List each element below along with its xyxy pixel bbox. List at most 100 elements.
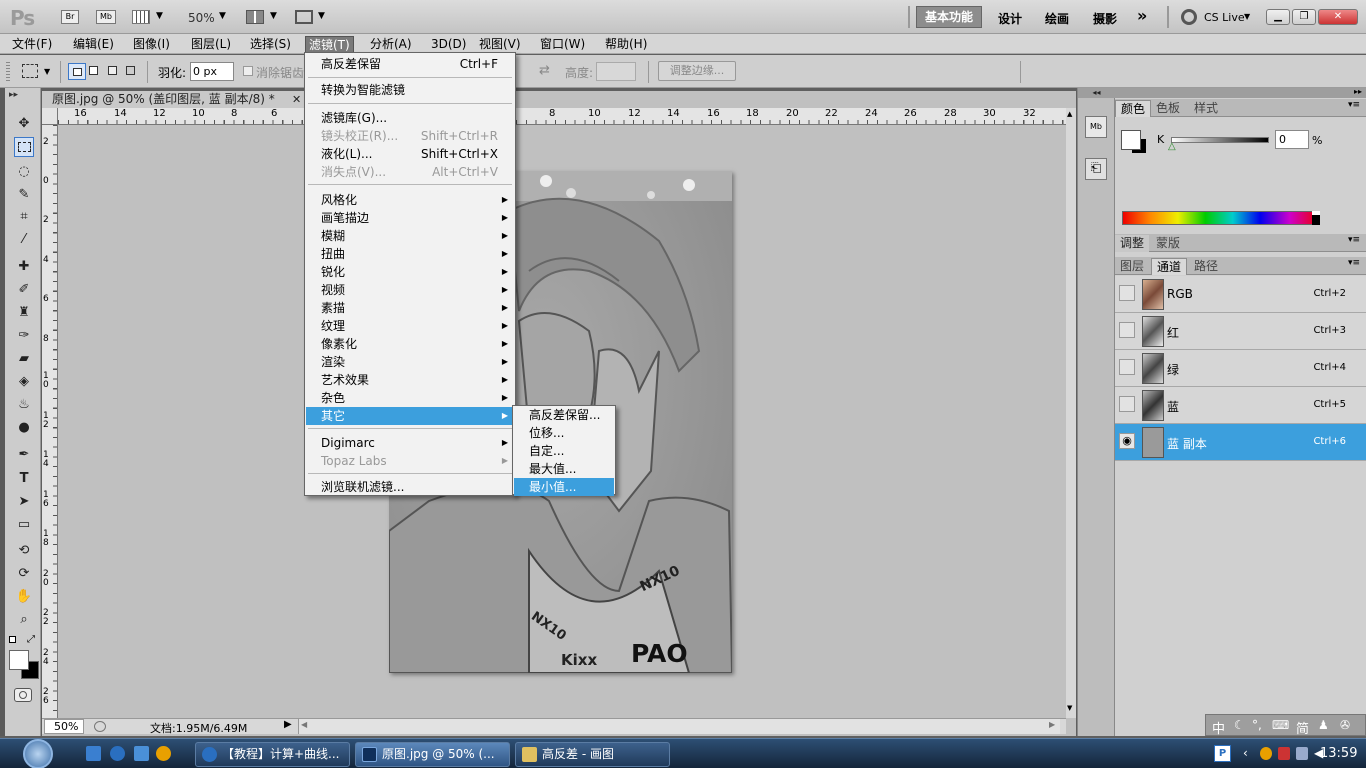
k-slider[interactable] (1171, 137, 1269, 143)
tab-adjustments[interactable]: 调整 (1115, 235, 1150, 252)
marquee-tool-icon[interactable] (22, 64, 38, 78)
height-input[interactable] (596, 62, 636, 81)
history-panel-icon[interactable]: ⎗ (1085, 158, 1107, 180)
visibility-toggle[interactable] (1119, 359, 1135, 375)
swap-icon[interactable]: ⇄ (539, 63, 550, 78)
quicklaunch-desktop-icon[interactable] (134, 746, 149, 761)
dodge-tool-icon[interactable]: ● (14, 417, 34, 437)
arrange-documents-icon[interactable] (246, 10, 264, 24)
taskbar-button-browser[interactable]: 【教程】计算+曲线... (195, 742, 350, 767)
submenu-item-high-pass[interactable]: 高反差保留... (514, 406, 614, 424)
document-info[interactable]: 文档:1.95M/6.49M (150, 720, 247, 736)
menu-item-sharpen[interactable]: 锐化 ▶ (306, 263, 514, 281)
ramp-black-swatch[interactable] (1312, 215, 1320, 225)
vertical-ruler[interactable]: 2 0 2 4 6 8 1 0 1 2 1 4 1 6 1 8 2 0 2 2 … (42, 125, 58, 718)
new-selection-icon[interactable] (68, 63, 86, 80)
restore-button[interactable]: ❐ (1292, 9, 1316, 25)
chevron-down-icon[interactable]: ▼ (318, 11, 325, 21)
tray-qq-icon[interactable] (1260, 747, 1272, 760)
close-button[interactable]: ✕ (1318, 9, 1358, 25)
user-icon[interactable]: ♟ (1318, 718, 1329, 732)
status-zoom[interactable]: 50% (44, 719, 84, 734)
clone-stamp-tool-icon[interactable]: ♜ (14, 302, 34, 322)
subtract-selection-icon[interactable] (108, 66, 117, 75)
ramp-white-swatch[interactable] (1312, 211, 1320, 215)
tab-layers[interactable]: 图层 (1115, 258, 1149, 275)
visibility-toggle[interactable] (1119, 396, 1135, 412)
submenu-item-maximum[interactable]: 最大值... (514, 460, 614, 478)
chevron-down-icon[interactable]: ▼ (156, 11, 163, 21)
menu-item-stylize[interactable]: 风格化 ▶ (306, 191, 514, 209)
bridge-icon[interactable]: Br (61, 10, 79, 24)
menu-item-browse-filters-online[interactable]: 浏览联机滤镜... (306, 478, 514, 496)
more-workspaces-icon[interactable]: » (1137, 6, 1147, 25)
history-brush-tool-icon[interactable]: ✑ (14, 325, 34, 345)
tab-channels[interactable]: 通道 (1151, 258, 1188, 275)
status-icon[interactable] (94, 721, 106, 732)
foreground-color-swatch[interactable] (9, 650, 29, 670)
menu-item-convert-smart-filters[interactable]: 转换为智能滤镜 (306, 81, 514, 99)
menu-filter[interactable]: 滤镜(T) (305, 36, 354, 53)
menu-item-vanishing-point[interactable]: 消失点(V)... Alt+Ctrl+V (306, 163, 514, 181)
menu-edit[interactable]: 编辑(E) (70, 36, 117, 53)
minimize-button[interactable]: ▁ (1266, 9, 1290, 25)
scroll-left-icon[interactable]: ◀ (301, 720, 307, 729)
visibility-toggle[interactable] (1119, 322, 1135, 338)
ruler-origin[interactable] (42, 108, 58, 125)
menu-item-lens-correction[interactable]: 镜头校正(R)... Shift+Ctrl+R (306, 127, 514, 145)
antialias-checkbox[interactable] (243, 66, 253, 76)
crop-tool-icon[interactable]: ⌗ (14, 206, 34, 226)
workspace-design[interactable]: 设计 (998, 10, 1022, 27)
menu-item-render[interactable]: 渲染 ▶ (306, 353, 514, 371)
menu-item-blur[interactable]: 模糊 ▶ (306, 227, 514, 245)
type-tool-icon[interactable]: T (14, 468, 34, 488)
menu-item-texture[interactable]: 纹理 ▶ (306, 317, 514, 335)
intersect-selection-icon[interactable] (126, 66, 135, 75)
menu-item-artistic[interactable]: 艺术效果 ▶ (306, 371, 514, 389)
swap-colors-icon[interactable]: ⤢ (27, 634, 35, 645)
moon-icon[interactable]: ☾ (1234, 718, 1245, 732)
lasso-tool-icon[interactable]: ◌ (14, 161, 34, 181)
foreground-color-swatch[interactable] (1121, 130, 1141, 150)
chevron-down-icon[interactable]: ▼ (219, 11, 226, 21)
menu-item-topaz-labs[interactable]: Topaz Labs ▶ (306, 452, 514, 470)
channel-row-blue[interactable]: 蓝 Ctrl+5 (1115, 387, 1366, 424)
taskbar-button-paint[interactable]: 高反差 - 画图 (515, 742, 670, 767)
menu-item-noise[interactable]: 杂色 ▶ (306, 389, 514, 407)
chevron-down-icon[interactable]: ▼ (270, 11, 277, 21)
zoom-level-dropdown[interactable]: 50% (188, 11, 215, 25)
menu-item-last-filter[interactable]: 高反差保留 Ctrl+F (306, 55, 514, 73)
zoom-tool-icon[interactable]: ⌕ (14, 609, 34, 629)
start-button[interactable] (23, 739, 53, 768)
workspace-essentials[interactable]: 基本功能 (916, 6, 982, 28)
quicklaunch-explorer-icon[interactable] (86, 746, 101, 761)
ime-mode[interactable]: 中 (1212, 718, 1225, 737)
quick-selection-tool-icon[interactable]: ✎ (14, 184, 34, 204)
add-selection-icon[interactable] (89, 66, 98, 75)
tab-color[interactable]: 颜色 (1115, 100, 1152, 117)
move-tool-icon[interactable]: ✥ (14, 113, 34, 133)
document-tab[interactable]: 原图.jpg @ 50% (盖印图层, 蓝 副本/8) * ✕ (42, 91, 308, 108)
channel-row-red[interactable]: 红 Ctrl+3 (1115, 313, 1366, 350)
mini-bridge-panel-icon[interactable]: Mb (1085, 116, 1107, 138)
menu-layer[interactable]: 图层(L) (188, 36, 234, 53)
3d-rotate-tool-icon[interactable]: ⟲ (14, 540, 34, 560)
cs-live-icon[interactable] (1181, 9, 1197, 25)
tab-masks[interactable]: 蒙版 (1151, 235, 1185, 252)
scroll-down-icon[interactable]: ▼ (1067, 704, 1072, 712)
vertical-scrollbar[interactable]: ▲ ▼ (1066, 108, 1076, 718)
horizontal-scrollbar[interactable]: ◀ ▶ (298, 719, 1060, 734)
menu-item-sketch[interactable]: 素描 ▶ (306, 299, 514, 317)
chevron-down-icon[interactable]: ▼ (44, 67, 50, 76)
workspace-painting[interactable]: 绘画 (1045, 10, 1069, 27)
close-tab-icon[interactable]: ✕ (292, 91, 301, 108)
channel-row-green[interactable]: 绿 Ctrl+4 (1115, 350, 1366, 387)
clock[interactable]: 13:59 (1320, 746, 1357, 761)
panel-menu-icon[interactable]: ▾≡ (1348, 235, 1360, 245)
menu-help[interactable]: 帮助(H) (602, 36, 650, 53)
tray-security-icon[interactable] (1278, 747, 1290, 760)
menu-view[interactable]: 视图(V) (476, 36, 524, 53)
tab-paths[interactable]: 路径 (1189, 258, 1223, 275)
quicklaunch-maxthon-icon[interactable] (110, 746, 125, 761)
hand-tool-icon[interactable]: ✋ (14, 586, 34, 606)
